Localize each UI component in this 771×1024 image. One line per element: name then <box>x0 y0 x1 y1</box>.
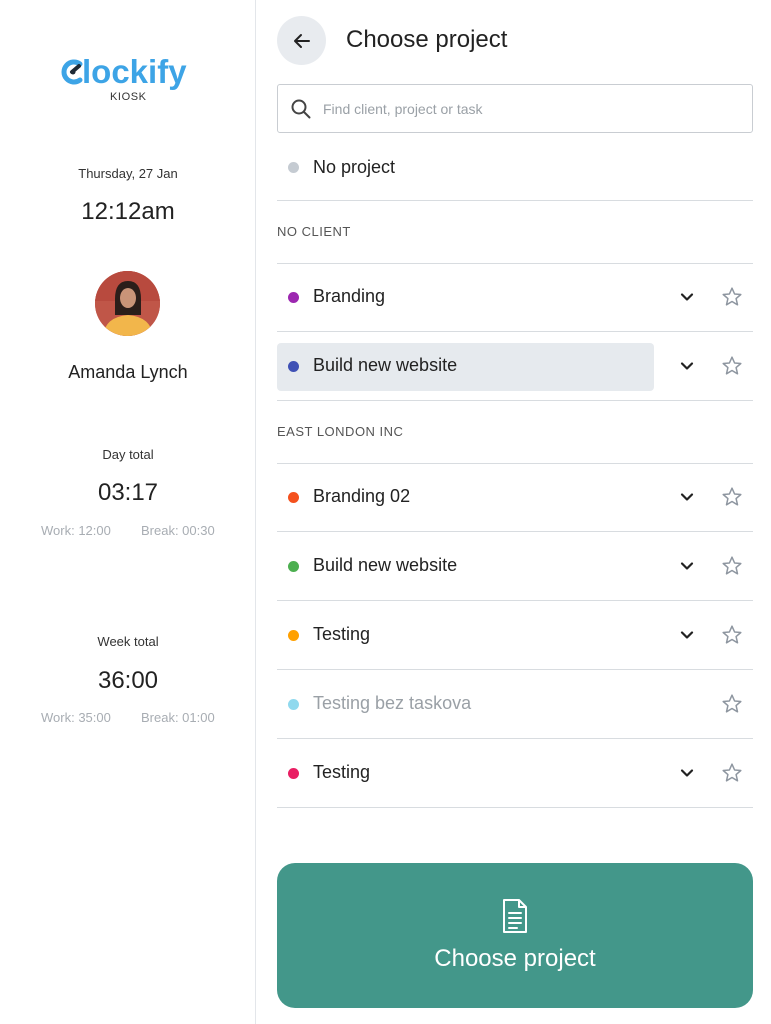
project-color-dot <box>288 768 299 779</box>
star-icon[interactable] <box>720 623 744 647</box>
project-name: Testing <box>313 624 371 644</box>
search-box <box>277 84 753 133</box>
star-icon[interactable] <box>720 692 744 716</box>
project-row: Testing <box>277 601 753 670</box>
chevron-down-icon[interactable] <box>675 623 699 647</box>
project-color-dot <box>288 561 299 572</box>
day-total-value: 03:17 <box>97 479 159 506</box>
no-project-option[interactable]: No project <box>277 145 753 201</box>
project-row: Build new website <box>277 532 753 601</box>
project-name: Build new website <box>313 555 458 575</box>
week-break-time: Break: 01:00 <box>141 710 215 725</box>
sidebar: lockify KIOSK Thursday, 27 Jan 12:12am A… <box>0 0 256 1024</box>
project-name: Testing bez taskova <box>313 693 472 713</box>
logo-wordmark: lockify <box>82 53 187 90</box>
search-icon <box>291 99 311 119</box>
star-icon[interactable] <box>720 485 744 509</box>
project-color-dot <box>288 699 299 710</box>
project-name: Branding <box>313 286 386 306</box>
day-break-time: Break: 00:30 <box>141 523 215 538</box>
day-work-time: Work: 12:00 <box>41 523 111 538</box>
project-color-dot <box>288 630 299 641</box>
group-header: EAST LONDON INC <box>277 424 404 439</box>
project-row: Build new website <box>277 332 753 401</box>
star-icon[interactable] <box>720 285 744 309</box>
chevron-down-icon[interactable] <box>675 485 699 509</box>
project-color-dot <box>288 361 299 372</box>
project-name: Build new website <box>313 355 458 375</box>
chevron-down-icon[interactable] <box>675 285 699 309</box>
chevron-down-icon[interactable] <box>675 554 699 578</box>
choose-project-button[interactable]: Choose project <box>277 863 753 1008</box>
chevron-down-icon[interactable] <box>675 761 699 785</box>
no-project-dot <box>288 162 299 173</box>
group-header: NO CLIENT <box>277 224 351 239</box>
arrow-left-icon <box>293 33 310 48</box>
project-name: Testing <box>313 762 371 782</box>
project-row: Testing bez taskova <box>277 670 753 739</box>
current-date: Thursday, 27 Jan <box>78 166 178 181</box>
star-icon[interactable] <box>720 354 744 378</box>
week-work-time: Work: 35:00 <box>41 710 111 725</box>
project-color-dot <box>288 492 299 503</box>
star-icon[interactable] <box>720 554 744 578</box>
project-row: Branding <box>277 263 753 332</box>
choose-project-button-label: Choose project <box>434 945 596 972</box>
search-input[interactable] <box>323 93 743 125</box>
document-icon <box>503 899 527 933</box>
project-color-dot <box>288 292 299 303</box>
back-button[interactable] <box>277 16 326 65</box>
clockify-logo: lockify KIOSK <box>60 53 200 103</box>
project-row: Testing <box>277 739 753 808</box>
user-photo <box>95 271 160 336</box>
week-total-label: Week total <box>97 634 159 649</box>
logo-subtitle: KIOSK <box>110 91 147 103</box>
day-total-label: Day total <box>102 447 154 462</box>
current-time: 12:12am <box>81 198 175 225</box>
avatar <box>95 271 160 336</box>
chevron-down-icon[interactable] <box>675 354 699 378</box>
star-icon[interactable] <box>720 761 744 785</box>
user-name: Amanda Lynch <box>68 362 188 382</box>
project-picker: Choose project No project NO CLIENT Brand… <box>257 0 771 1024</box>
no-project-label: No project <box>313 157 396 177</box>
project-name: Branding 02 <box>313 486 411 506</box>
page-title: Choose project <box>346 26 508 53</box>
week-total-value: 36:00 <box>97 667 159 694</box>
project-row: Branding 02 <box>277 463 753 532</box>
